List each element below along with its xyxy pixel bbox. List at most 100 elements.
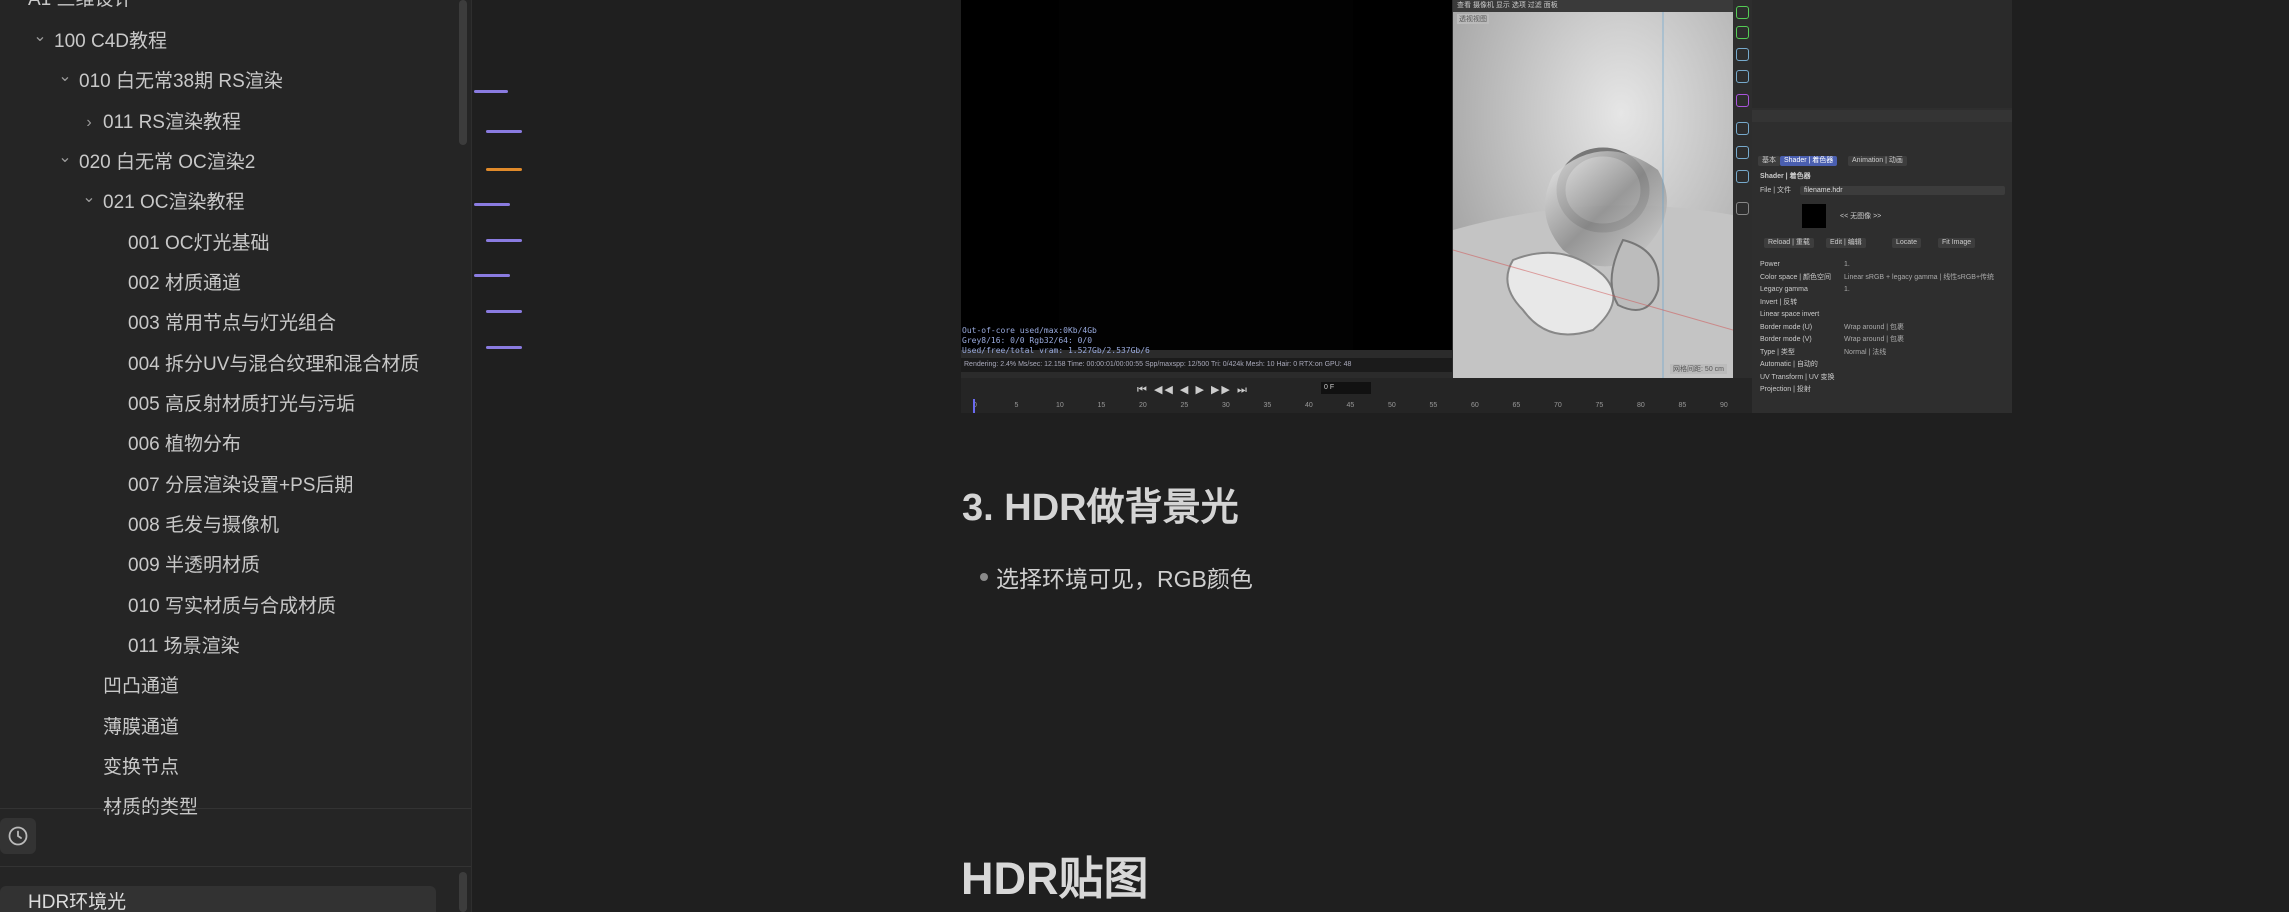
outline-mark[interactable]: [486, 346, 522, 349]
chevron-down-icon[interactable]: ⌄: [79, 178, 99, 218]
tree-item-label: 005 高反射材质打光与污垢: [128, 394, 355, 415]
attribute-label: Color space | 颜色空间: [1760, 273, 1832, 281]
tree-item-label: 010 写实材质与合成材质: [128, 596, 336, 617]
locate-button[interactable]: Locate: [1892, 238, 1922, 248]
timeline-tick: 85: [1678, 402, 1687, 409]
playhead[interactable]: [973, 399, 975, 413]
tree-item-label: 020 白无常 OC渲染2: [79, 152, 256, 173]
chevron-down-icon[interactable]: ⌄: [55, 57, 75, 97]
playback-controls[interactable]: ⏮ ◀◀ ◀ ▶ ▶▶ ⏭: [1137, 383, 1249, 397]
c4d-screenshot: Out-of-core used/max:0Kb/4Gb Grey8/16: 0…: [961, 0, 2012, 413]
outline-mark[interactable]: [474, 274, 510, 277]
tree-item-label: 021 OC渲染教程: [103, 192, 245, 213]
history-button[interactable]: [0, 818, 36, 854]
tool-icon[interactable]: [1736, 146, 1749, 159]
page-heading: HDR贴图: [961, 853, 1149, 904]
tool-icon[interactable]: [1736, 48, 1749, 61]
attribute-value[interactable]: Normal | 法线: [1844, 348, 1886, 358]
attribute-label: Type | 类型: [1760, 348, 1795, 356]
timeline-tick: 20: [1139, 402, 1147, 409]
file-field[interactable]: filename.hdr: [1800, 186, 2005, 195]
outline-mark[interactable]: [486, 310, 522, 313]
tool-icon[interactable]: [1736, 26, 1749, 39]
sidebar-scrollbar[interactable]: [459, 0, 467, 145]
tool-icon[interactable]: [1736, 94, 1749, 107]
attribute-label: Invert | 反转: [1760, 298, 1798, 306]
attribute-label: Linear space invert: [1760, 311, 1820, 318]
chevron-down-icon[interactable]: ⌄: [30, 17, 50, 57]
tool-icon[interactable]: [1736, 202, 1749, 215]
timeline-tick: 65: [1512, 402, 1521, 409]
tool-icon[interactable]: [1736, 6, 1749, 19]
grid-spacing-label: 网格间距: 50 cm: [1670, 364, 1727, 374]
timeline: ⏮ ◀◀ ◀ ▶ ▶▶ ⏭ 0 F 0510152025303540455055…: [961, 378, 1752, 413]
timeline-tick: 25: [1180, 402, 1189, 409]
file-label: File | 文件: [1760, 187, 1791, 194]
chevron-right-icon[interactable]: ›: [79, 103, 99, 143]
outline-mark[interactable]: [474, 90, 508, 93]
tool-icon[interactable]: [1736, 170, 1749, 183]
section-title: Shader | 着色器: [1760, 173, 1811, 180]
timeline-tick: 55: [1429, 402, 1438, 409]
attribute-value[interactable]: Wrap around | 包裹: [1844, 335, 1904, 345]
tree-item-label: 010 白无常38期 RS渲染: [79, 71, 283, 92]
no-image-label: << 无图像 >>: [1840, 213, 1882, 220]
attribute-value[interactable]: Linear sRGB + legacy gamma | 线性sRGB+传统: [1844, 273, 1994, 283]
attribute-value[interactable]: 1.: [1844, 260, 1850, 270]
chevron-down-icon[interactable]: ⌄: [4, 0, 24, 15]
tool-icon[interactable]: [1736, 70, 1749, 83]
tab-shader[interactable]: Shader | 着色器: [1780, 156, 1838, 166]
frame-field[interactable]: 0 F: [1321, 382, 1371, 394]
timeline-tick: 30: [1222, 402, 1230, 409]
sidebar-divider: [0, 808, 471, 809]
attribute-label: Automatic | 自动的: [1760, 361, 1818, 368]
tab-basic[interactable]: 基本: [1758, 156, 1780, 166]
sidebar-scrollbar-lower[interactable]: [459, 872, 467, 912]
attribute-value[interactable]: Wrap around | 包裹: [1844, 323, 1904, 333]
viewport-menu[interactable]: 查看 摄像机 显示 选项 过滤 面板: [1453, 0, 1733, 12]
tool-icon[interactable]: [1736, 122, 1749, 135]
timeline-tick: 15: [1097, 402, 1106, 409]
attribute-label: Legacy gamma: [1760, 286, 1808, 293]
outline-mark[interactable]: [486, 239, 522, 242]
render-stat: Grey8/16: 0/0 Rgb32/64: 0/0: [962, 336, 1093, 345]
outline-mark[interactable]: [486, 168, 522, 171]
clock-icon: [8, 826, 28, 846]
tree-item-label: 变换节点: [103, 757, 180, 778]
tree-item-label: 009 半透明材质: [128, 555, 260, 576]
outline-mark[interactable]: [486, 130, 522, 133]
fit-image-button[interactable]: Fit Image: [1938, 238, 1976, 248]
render-stat: Used/free/total vram: 1.527Gb/2.537Gb/6: [962, 346, 1150, 355]
outline-mark[interactable]: [474, 203, 510, 206]
timeline-tick: 60: [1471, 402, 1479, 409]
chevron-down-icon[interactable]: ⌄: [55, 138, 75, 178]
tree-item-label: 薄膜通道: [103, 717, 180, 738]
sidebar: ⌄A1 三维设计⌄100 C4D教程⌄010 白无常38期 RS渲染›011 R…: [0, 0, 472, 912]
reload-button[interactable]: Reload | 重载: [1764, 238, 1814, 248]
timeline-tick: 80: [1637, 402, 1645, 409]
edit-button[interactable]: Edit | 编辑: [1826, 238, 1866, 248]
attribute-label: Border mode (V): [1760, 336, 1812, 343]
timeline-tick: 75: [1595, 402, 1604, 409]
attribute-label: Power: [1760, 261, 1780, 268]
tab-animation[interactable]: Animation | 动画: [1848, 156, 1907, 166]
image-thumbnail: [1802, 204, 1826, 228]
timeline-ruler[interactable]: 051015202530354045505560657075808590: [961, 399, 1752, 413]
tree-item-label: 002 材质通道: [128, 273, 241, 294]
timeline-tick: 40: [1305, 402, 1313, 409]
tree-item-label: 004 拆分UV与混合纹理和混合材质: [128, 354, 420, 375]
recent-item[interactable]: HDR环境光: [0, 886, 436, 912]
section-heading: 3. HDR做背景光: [962, 487, 1239, 529]
timeline-tick: 35: [1263, 402, 1272, 409]
3d-viewport: 查看 摄像机 显示 选项 过滤 面板 透视视图 网格间距: 50 cm: [1453, 0, 1733, 378]
timeline-tick: 5: [1014, 402, 1019, 409]
tree-item-label: 008 毛发与摄像机: [128, 515, 279, 536]
attribute-value[interactable]: 1.: [1844, 285, 1850, 295]
tree-item-label: 007 分层渲染设置+PS后期: [128, 475, 354, 496]
render-stat: Out-of-core used/max:0Kb/4Gb: [962, 326, 1097, 335]
attribute-label: Border mode (U): [1760, 323, 1813, 331]
tree-item-label: 006 植物分布: [128, 434, 241, 455]
object-manager: [1752, 0, 2012, 108]
render-canvas: [1059, 0, 1353, 350]
file-value: filename.hdr: [1804, 187, 1843, 194]
